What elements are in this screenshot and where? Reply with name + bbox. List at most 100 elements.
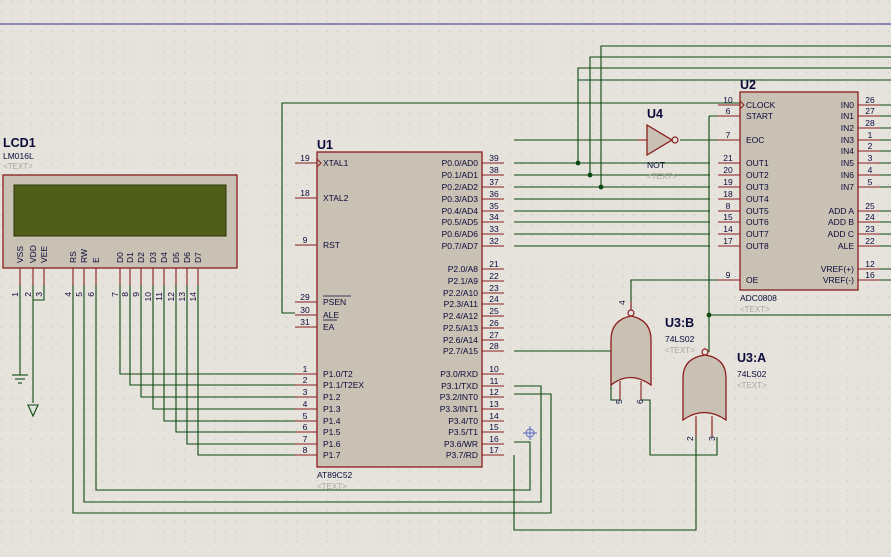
u1-pin-name: P2.6/A14 [443,335,478,345]
u1-pin-number: 16 [489,434,499,444]
u2-pin-name: ADD C [828,229,854,239]
u2-pin-number: 18 [723,189,733,199]
lcd-pin-name: D0 [115,252,125,263]
u2-pin-number: 8 [726,201,731,211]
u1-pin-number: 3 [303,387,308,397]
u1-pin-number: 4 [303,399,308,409]
lcd-pin-name: D3 [148,252,158,263]
u2-pin-number: 20 [723,165,733,175]
lcd-pin-name: VDD [28,245,38,263]
u1-pin-name: P3.5/T1 [448,427,478,437]
u1-pin-name: P0.7/AD7 [442,241,479,251]
u1-pin-name: P2.0/A8 [448,264,479,274]
u4-model-label: NOT [647,160,665,170]
lcd1-model-label: LM016L [3,151,34,161]
u2-pin-number: 14 [723,224,733,234]
u3b-pin-out: 4 [617,300,627,305]
u1-pin-name: P3.3/INT1 [440,404,479,414]
u2-pin-number: 16 [865,270,875,280]
u3b-pin-b: 6 [635,399,645,404]
u2-pin-number: 5 [868,177,873,187]
u3b-shape [610,315,652,387]
u3b-model-label: 74LS02 [665,334,695,344]
lcd-pin-name: D2 [136,252,146,263]
u1-pin-name: XTAL1 [323,158,349,168]
u2-pin-name: IN6 [841,170,855,180]
u1-pin-name: P3.7/RD [446,450,478,460]
u2-pin-name: VREF(-) [823,275,854,285]
u1-pin-name: P0.6/AD6 [442,229,479,239]
u1-pin-name: P1.0/T2 [323,369,353,379]
u1-pin-name: P2.1/A9 [448,276,479,286]
u3a-text-placeholder: <TEXT> [737,381,767,390]
u1-pin-number: 23 [489,283,499,293]
schematic-canvas[interactable]: LCD1 LM016L <TEXT> VSS 1 VDD 2 VEE 3 RS 4 RW 5 E 6 D… [0,0,891,557]
u2-pin-number: 23 [865,224,875,234]
u1-pin-name: P3.2/INT0 [440,392,479,402]
u2-pin-name: OUT8 [746,241,769,251]
u2-pin-name: IN1 [841,111,855,121]
u1-pin-number: 38 [489,165,499,175]
u1-pin-number: 22 [489,271,499,281]
u1-pin-number: 39 [489,153,499,163]
u2-pin-name: ADD B [828,217,854,227]
u1-pin-number: 10 [489,364,499,374]
u2-adc[interactable]: U2 ADC0808 <TEXT> CLOCK 10 START 6 EOC 7 OUT1 2… [718,78,880,314]
u1-pin-number: 28 [489,341,499,351]
u1-pin-name: P0.5/AD5 [442,217,479,227]
u1-pin-name: P3.4/T0 [448,416,478,426]
u2-pin-number: 21 [723,153,733,163]
u1-pin-name: P3.1/TXD [441,381,478,391]
lcd-pin-number: 3 [34,292,44,297]
u3b-ref-label: U3:B [665,316,694,330]
u1-ref-label: U1 [317,138,333,152]
lcd-pin-number: 1 [10,292,20,297]
lcd-pin-name: D6 [182,252,192,263]
u2-pin-number: 22 [865,236,875,246]
u2-pin-number: 26 [865,95,875,105]
u1-pin-name: P2.5/A13 [443,323,478,333]
u1-pin-name: P3.6/WR [444,439,478,449]
u1-pin-name: P1.4 [323,416,341,426]
u2-pin-number: 19 [723,177,733,187]
u1-pin-number: 37 [489,177,499,187]
lcd-pin-name: VSS [15,246,25,263]
u2-pin-number: 4 [868,165,873,175]
u1-microcontroller[interactable]: U1 AT89C52 <TEXT> XTAL119XTAL218RST9PSEN… [295,138,504,491]
u2-pin-number: 24 [865,212,875,222]
u1-pin-number: 5 [303,411,308,421]
u2-pin-name: OUT1 [746,158,769,168]
u2-pin-number: 2 [868,141,873,151]
u2-pin-name: OUT4 [746,194,769,204]
u2-pin-number: 28 [865,118,875,128]
lcd1-screen [13,184,227,237]
lcd-pin-number: 14 [188,292,198,302]
u2-model-label: ADC0808 [740,293,777,303]
u1-pin-number: 27 [489,330,499,340]
u2-pin-name: OUT5 [746,206,769,216]
u2-pin-name: IN0 [841,100,855,110]
u1-pin-number: 7 [303,434,308,444]
lcd-pin-name: D4 [159,252,169,263]
u1-pin-number: 33 [489,224,499,234]
u2-pin-name: OUT7 [746,229,769,239]
u1-pin-name: P0.2/AD2 [442,182,479,192]
lcd1-ref-label: LCD1 [3,136,36,150]
u1-pin-number: 26 [489,318,499,328]
lcd-pin-name: VEE [39,246,49,263]
u1-pin-name: P1.3 [323,404,341,414]
u2-text-placeholder: <TEXT> [740,305,770,314]
u1-pin-name: P2.7/A15 [443,346,478,356]
u1-pin-number: 1 [303,364,308,374]
u1-pin-number: 17 [489,445,499,455]
u2-pin-number: 27 [865,106,875,116]
lcd-pin-name: D5 [171,252,181,263]
u2-pin-name: EOC [746,135,764,145]
u2-pin-number: 10 [723,95,733,105]
u2-pin-number: 1 [868,130,873,140]
lcd-pin-number: 4 [63,292,73,297]
u1-pin-number: 11 [490,376,499,386]
lcd-pin-name: D1 [125,252,135,263]
lcd-pin-number: 11 [154,292,164,301]
u1-pin-name: RST [323,240,340,250]
